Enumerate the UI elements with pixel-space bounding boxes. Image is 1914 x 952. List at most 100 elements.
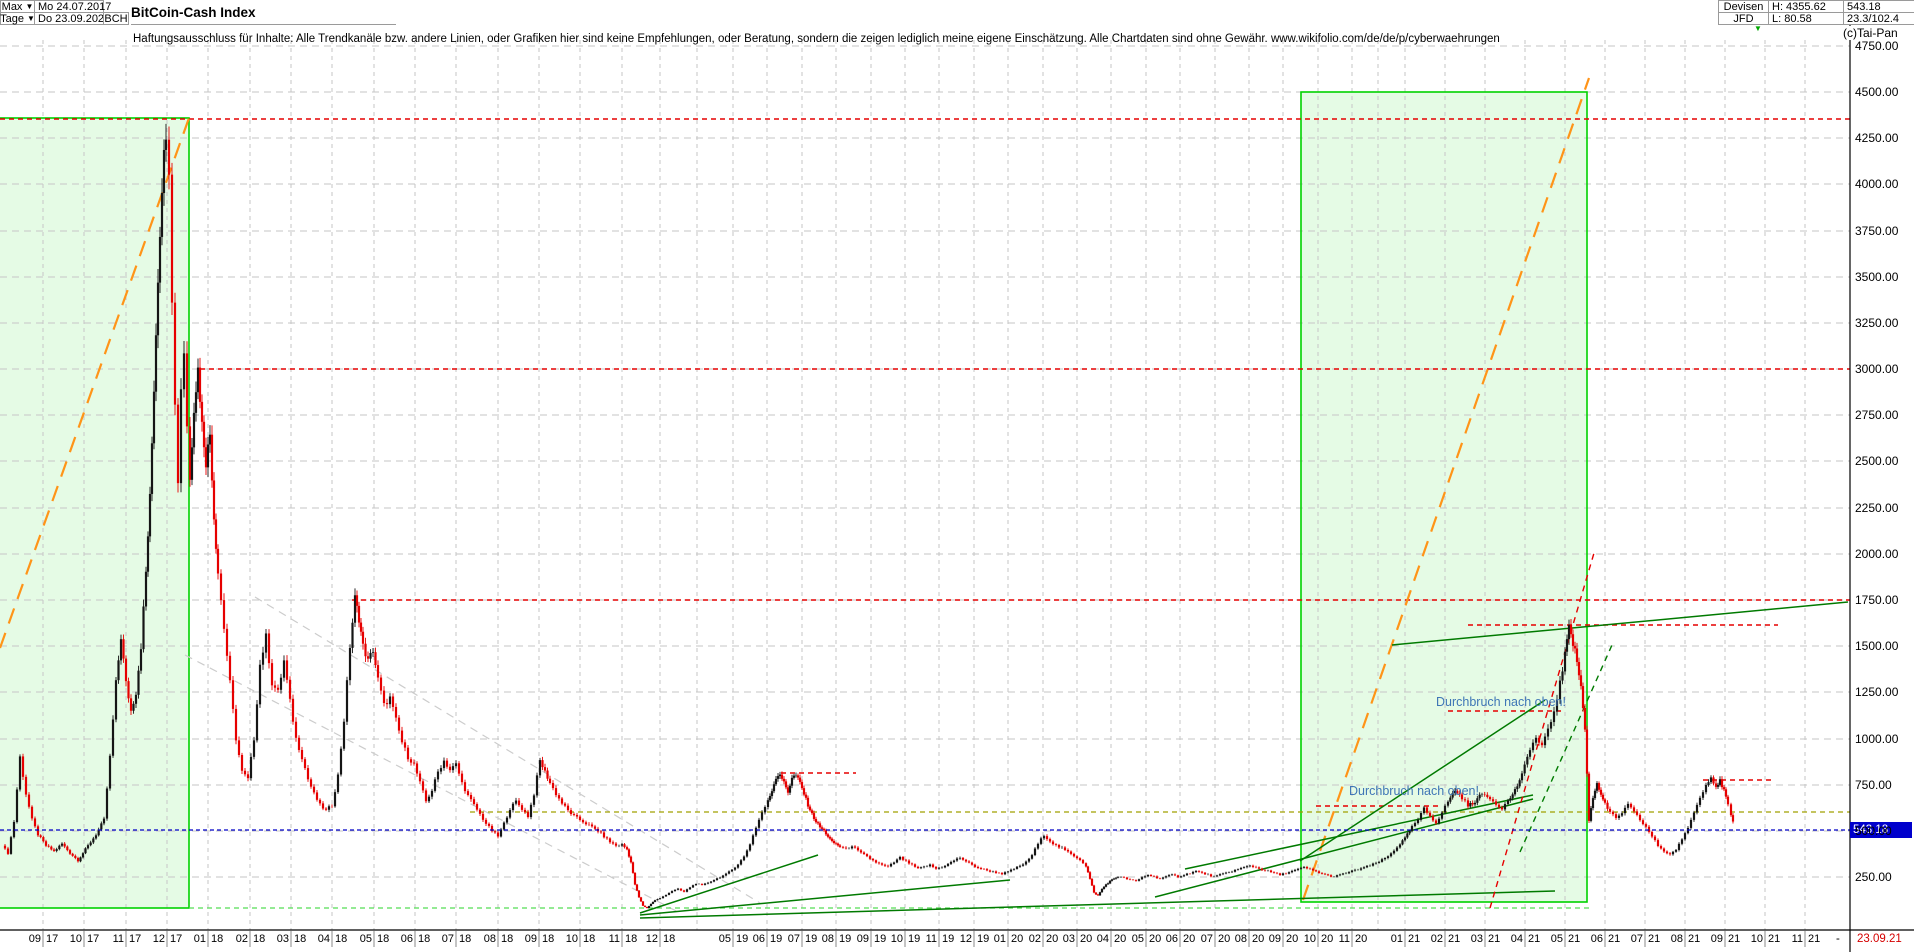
x-axis-year-label: 17 (87, 933, 99, 945)
y-axis-label: 4500.00 (1855, 85, 1898, 99)
x-axis-year-label: 21 (1648, 933, 1660, 945)
x-axis-year-label: 21 (1688, 933, 1700, 945)
x-axis-month-label: 11 (1789, 933, 1803, 945)
x-axis-year-label: 19 (736, 933, 748, 945)
x-axis-month-label: 06 (751, 933, 765, 945)
x-axis-year-label: 18 (211, 933, 223, 945)
x-axis-year-label: 20 (1252, 933, 1264, 945)
axis-dash: - (1836, 933, 1840, 945)
x-axis-month-label: 07 (440, 933, 454, 945)
x-axis-month-label: 09 (523, 933, 537, 945)
chevron-down-icon: ▼ (25, 2, 33, 11)
symbol-cell[interactable]: BCH (103, 12, 129, 25)
x-axis-year-label: 18 (501, 933, 513, 945)
x-axis-year-label: 20 (1183, 933, 1195, 945)
marker-triangle-icon: ▼ (1754, 24, 1762, 33)
x-axis-month-label: 02 (234, 933, 248, 945)
x-axis-year-label: 17 (46, 933, 58, 945)
x-axis-month-label: 05 (1130, 933, 1144, 945)
x-axis-month-label: 03 (1061, 933, 1075, 945)
x-axis-year-label: 18 (253, 933, 265, 945)
x-axis-year-label: 20 (1218, 933, 1230, 945)
x-axis-year-label: 18 (377, 933, 389, 945)
x-axis-month-label: 08 (820, 933, 834, 945)
x-axis-month-label: 05 (1549, 933, 1563, 945)
interval-dropdown[interactable]: Tage▼ (0, 12, 35, 25)
x-axis-year-label: 18 (418, 933, 430, 945)
x-axis-year-label: 19 (942, 933, 954, 945)
x-axis-month-label: 05 (717, 933, 731, 945)
x-axis-month-label: 10 (564, 933, 578, 945)
x-axis-year-label: 21 (1728, 933, 1740, 945)
x-axis-month-label: 11 (606, 933, 620, 945)
x-axis-month-label: 04 (316, 933, 330, 945)
x-axis-year-label: 21 (1808, 933, 1820, 945)
x-axis-year-label: 18 (294, 933, 306, 945)
y-axis-label: 500.00 (1855, 824, 1892, 838)
x-axis-month-label: 07 (1199, 933, 1213, 945)
x-axis-month-label: 01 (192, 933, 206, 945)
x-axis-month-label: 10 (889, 933, 903, 945)
y-axis-label: 1750.00 (1855, 593, 1898, 607)
y-axis-label: 3000.00 (1855, 362, 1898, 376)
x-axis-month-label: 09 (27, 933, 41, 945)
y-axis-label: 1000.00 (1855, 732, 1898, 746)
y-axis-label: 2000.00 (1855, 547, 1898, 561)
x-axis-year-label: 20 (1011, 933, 1023, 945)
y-axis-label: 3250.00 (1855, 316, 1898, 330)
gray-trend-line (255, 597, 760, 903)
page-title: BitCoin-Cash Index (131, 0, 396, 25)
x-axis-year-label: 17 (129, 933, 141, 945)
chart-canvas[interactable]: Durchbruch nach oben! Durchbruch nach obe… (0, 0, 1914, 952)
x-axis-year-label: 20 (1355, 933, 1367, 945)
x-axis-month-label: 11 (1336, 933, 1350, 945)
x-axis-month-label: 07 (786, 933, 800, 945)
annotation-text: Durchbruch nach oben! (1349, 784, 1479, 798)
x-axis-month-label: 08 (1669, 933, 1683, 945)
x-axis-month-label: 12 (644, 933, 658, 945)
x-axis-year-label: 19 (770, 933, 782, 945)
x-axis-month-label: 06 (399, 933, 413, 945)
x-axis-month-label: 02 (1429, 933, 1443, 945)
x-axis-year-label: 19 (805, 933, 817, 945)
x-axis-month-label: 06 (1589, 933, 1603, 945)
x-axis-year-label: 20 (1046, 933, 1058, 945)
x-axis-year-label: 20 (1321, 933, 1333, 945)
x-axis-month-label: 03 (1469, 933, 1483, 945)
x-axis-month-label: 09 (1267, 933, 1281, 945)
x-axis-month-label: 12 (151, 933, 165, 945)
green-trend-line (640, 855, 818, 913)
x-axis-year-label: 20 (1286, 933, 1298, 945)
x-axis-year-label: 18 (459, 933, 471, 945)
x-axis-month-label: 11 (923, 933, 937, 945)
x-axis-month-label: 04 (1095, 933, 1109, 945)
annotation-text: Durchbruch nach oben! (1436, 695, 1566, 709)
x-axis-year-label: 19 (908, 933, 920, 945)
y-axis-label: 750.00 (1855, 778, 1892, 792)
x-axis-month-label: 01 (992, 933, 1006, 945)
x-axis-month-label: 05 (358, 933, 372, 945)
green-trend-line (640, 880, 1010, 915)
x-axis-year-label: 20 (1114, 933, 1126, 945)
x-axis-month-label: 08 (1233, 933, 1247, 945)
x-axis-year-label: 18 (335, 933, 347, 945)
y-axis-label: 250.00 (1855, 870, 1892, 884)
x-axis-year-label: 18 (625, 933, 637, 945)
x-axis-year-label: 21 (1568, 933, 1580, 945)
x-axis-month-label: 09 (855, 933, 869, 945)
y-axis-label: 1500.00 (1855, 639, 1898, 653)
x-axis-year-label: 19 (977, 933, 989, 945)
x-axis-year-label: 21 (1528, 933, 1540, 945)
x-axis-month-label: 07 (1629, 933, 1643, 945)
low-value: L: 80.58 (1768, 12, 1844, 25)
y-axis-label: 4000.00 (1855, 177, 1898, 191)
x-axis-year-label: 19 (839, 933, 851, 945)
y-axis-label: 2250.00 (1855, 501, 1898, 515)
y-axis-label: 4750.00 (1855, 39, 1898, 53)
disclaimer-text: Haftungsausschluss für Inhalte: Alle Tre… (133, 33, 1500, 45)
y-axis-label: 4250.00 (1855, 131, 1898, 145)
trend-box-fill (0, 118, 189, 908)
x-axis-month-label: 11 (110, 933, 124, 945)
y-axis-label: 2500.00 (1855, 454, 1898, 468)
x-axis-year-label: 17 (170, 933, 182, 945)
